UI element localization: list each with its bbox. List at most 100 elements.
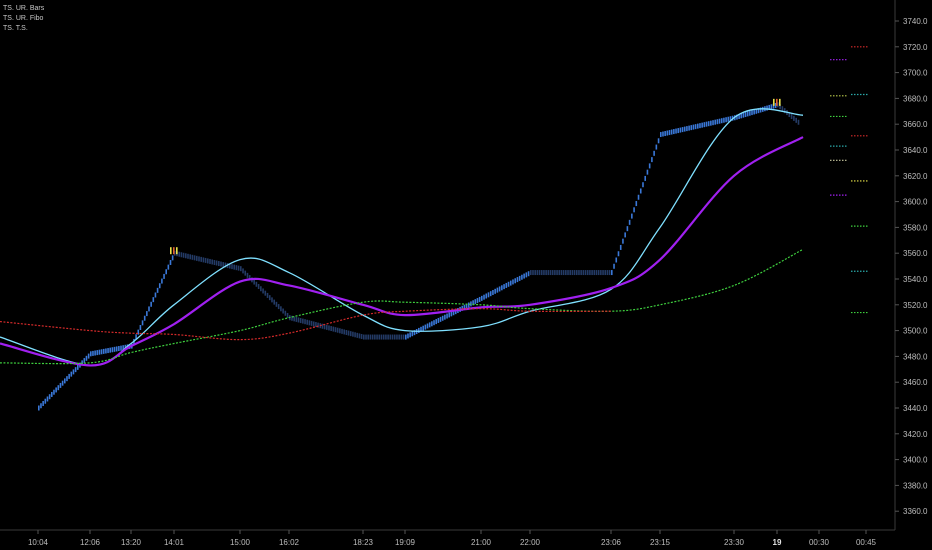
- renko-bar: [382, 334, 385, 340]
- renko-bar: [562, 270, 565, 276]
- pivot-bar: [773, 98, 775, 106]
- y-tick-label: 3660.0: [903, 120, 928, 129]
- renko-bar: [547, 270, 550, 276]
- renko-bar: [422, 325, 424, 331]
- renko-bar: [569, 270, 572, 276]
- renko-bar: [40, 403, 42, 409]
- renko-bar: [115, 346, 118, 352]
- x-tick-label: 00:45: [856, 538, 877, 547]
- renko-bar: [720, 118, 723, 124]
- renko-bar: [646, 169, 649, 175]
- renko-bar: [240, 266, 242, 272]
- renko-bar: [302, 318, 304, 324]
- x-tick-label: 23:06: [601, 538, 622, 547]
- renko-bar: [349, 331, 352, 337]
- renko-bar: [284, 310, 287, 316]
- renko-bar: [723, 117, 725, 123]
- renko-bar: [378, 334, 381, 340]
- renko-bar: [143, 315, 146, 321]
- renko-bar: [582, 270, 585, 276]
- renko-bar: [51, 391, 53, 397]
- renko-bar: [703, 122, 706, 128]
- renko-bar: [516, 277, 519, 283]
- renko-bar: [433, 320, 435, 326]
- renko-bar: [648, 163, 651, 169]
- renko-bar: [200, 256, 202, 262]
- renko-bar: [189, 254, 191, 260]
- renko-bar: [795, 117, 797, 123]
- renko-bar: [688, 125, 690, 131]
- renko-bar: [418, 327, 420, 333]
- renko-bar: [358, 333, 361, 339]
- renko-bar: [642, 182, 644, 188]
- y-tick-label: 3540.0: [903, 275, 928, 284]
- renko-bar: [617, 251, 620, 257]
- legend-item-ts[interactable]: TS. T.S.: [3, 24, 44, 34]
- renko-bar: [231, 264, 233, 270]
- renko-bar: [532, 270, 534, 276]
- renko-bar: [398, 334, 400, 340]
- renko-bar: [277, 304, 280, 310]
- renko-bar: [624, 232, 626, 238]
- renko-bar: [262, 288, 264, 294]
- renko-bar: [597, 270, 600, 276]
- renko-bar: [367, 334, 370, 340]
- renko-bar: [666, 130, 669, 136]
- legend-item-fibo[interactable]: TS. UR. Fibo: [3, 14, 44, 24]
- legend-item-bars[interactable]: TS. UR. Bars: [3, 4, 44, 14]
- renko-bar: [797, 119, 800, 125]
- renko-bar: [96, 350, 99, 356]
- renko-bar: [339, 328, 341, 334]
- renko-bar: [273, 299, 276, 305]
- renko-bar: [521, 274, 523, 280]
- pivot-bar: [779, 98, 781, 106]
- renko-bar: [396, 334, 398, 340]
- renko-bar: [725, 117, 727, 123]
- renko-bar: [476, 298, 479, 304]
- renko-bar: [746, 111, 749, 117]
- renko-bar: [87, 353, 90, 359]
- renko-bar: [167, 264, 170, 270]
- renko-bar: [578, 270, 580, 276]
- y-tick-label: 3720.0: [903, 43, 928, 52]
- renko-bar: [163, 273, 165, 279]
- renko-bar: [233, 264, 235, 270]
- renko-bar: [297, 317, 300, 323]
- pivot-bar: [776, 98, 778, 106]
- renko-bar: [354, 332, 356, 338]
- renko-bar: [139, 325, 142, 331]
- renko-bar: [523, 273, 525, 279]
- renko-bar: [591, 270, 593, 276]
- renko-bar: [662, 131, 664, 137]
- renko-bar: [437, 317, 440, 323]
- renko-bar: [567, 270, 569, 276]
- renko-bar: [244, 270, 247, 276]
- y-tick-label: 3640.0: [903, 146, 928, 155]
- renko-bar: [387, 334, 389, 340]
- y-tick-label: 3460.0: [903, 378, 928, 387]
- renko-bar: [441, 315, 444, 321]
- renko-bar: [560, 270, 563, 276]
- renko-bar: [171, 255, 174, 261]
- pivot-bar: [176, 247, 178, 255]
- renko-bar: [474, 299, 477, 305]
- renko-bar: [402, 334, 405, 340]
- renko-bar: [503, 284, 505, 290]
- renko-bar: [44, 398, 47, 404]
- renko-bar: [602, 270, 604, 276]
- renko-bar: [275, 301, 278, 307]
- renko-bar: [604, 270, 607, 276]
- renko-bar: [718, 118, 721, 124]
- y-tick-label: 3620.0: [903, 172, 928, 181]
- renko-bar: [444, 314, 446, 320]
- renko-bar: [111, 347, 114, 353]
- renko-bar: [428, 322, 431, 328]
- renko-bar: [744, 112, 747, 118]
- renko-bar: [439, 316, 442, 322]
- y-tick-label: 3400.0: [903, 456, 928, 465]
- renko-bar: [742, 112, 745, 118]
- renko-bar: [707, 121, 710, 127]
- renko-bar: [712, 120, 714, 126]
- y-tick-label: 3680.0: [903, 94, 928, 103]
- renko-bar: [525, 272, 528, 278]
